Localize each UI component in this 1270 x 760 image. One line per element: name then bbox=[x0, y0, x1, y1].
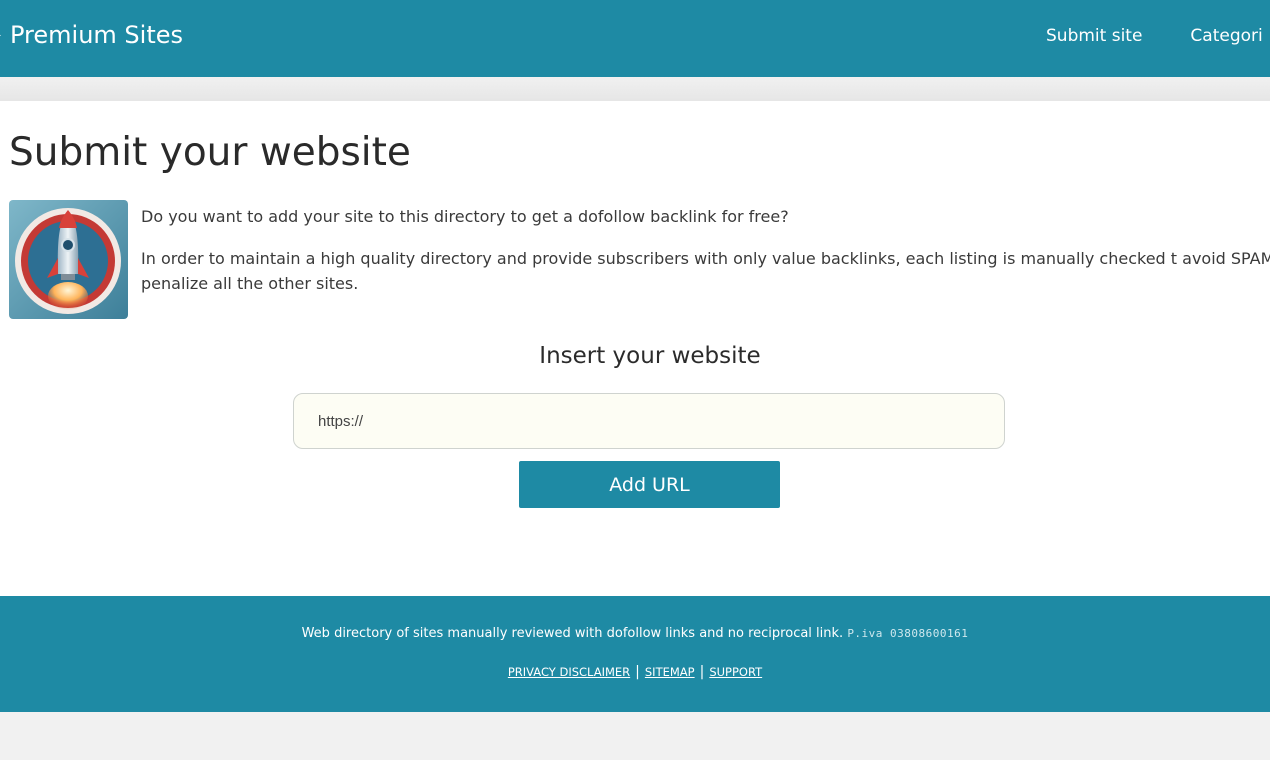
brand-bullet-icon: ▸ bbox=[0, 28, 4, 42]
intro-policy: In order to maintain a high quality dire… bbox=[141, 249, 1270, 293]
header-shadow-band bbox=[0, 77, 1270, 101]
form-title: Insert your website bbox=[539, 343, 761, 369]
footer-separator: | bbox=[635, 664, 640, 680]
add-url-button[interactable]: Add URL bbox=[519, 461, 780, 508]
nav-categories[interactable]: Categori bbox=[1190, 26, 1262, 46]
nav-submit-site[interactable]: Submit site bbox=[1046, 26, 1142, 46]
brand-link[interactable]: ▸ Premium Sites bbox=[0, 21, 183, 49]
footer-text: Web directory of sites manually reviewed… bbox=[301, 626, 844, 641]
intro-question: Do you want to add your site to this dir… bbox=[141, 207, 789, 226]
vat-number: P.iva 03808600161 bbox=[847, 627, 969, 640]
footer-links: PRIVACY DISCLAIMER | SITEMAP | SUPPORT bbox=[0, 664, 1270, 680]
footer-separator: | bbox=[699, 664, 705, 680]
privacy-disclaimer-link[interactable]: PRIVACY DISCLAIMER bbox=[508, 665, 630, 679]
page-title: Submit your website bbox=[9, 130, 411, 175]
site-header: ▸ Premium Sites Submit site Categori bbox=[0, 0, 1270, 77]
sitemap-link[interactable]: SITEMAP bbox=[645, 665, 695, 679]
footer-description: Web directory of sites manually reviewed… bbox=[0, 626, 1270, 641]
rocket-icon bbox=[9, 200, 128, 319]
main-nav: Submit site Categori bbox=[1046, 26, 1263, 46]
brand-name: Premium Sites bbox=[10, 21, 184, 49]
url-input[interactable] bbox=[293, 393, 1005, 449]
support-link[interactable]: SUPPORT bbox=[709, 665, 762, 679]
intro-text: Do you want to add your site to this dir… bbox=[141, 204, 1270, 296]
site-footer: Web directory of sites manually reviewed… bbox=[0, 596, 1270, 712]
